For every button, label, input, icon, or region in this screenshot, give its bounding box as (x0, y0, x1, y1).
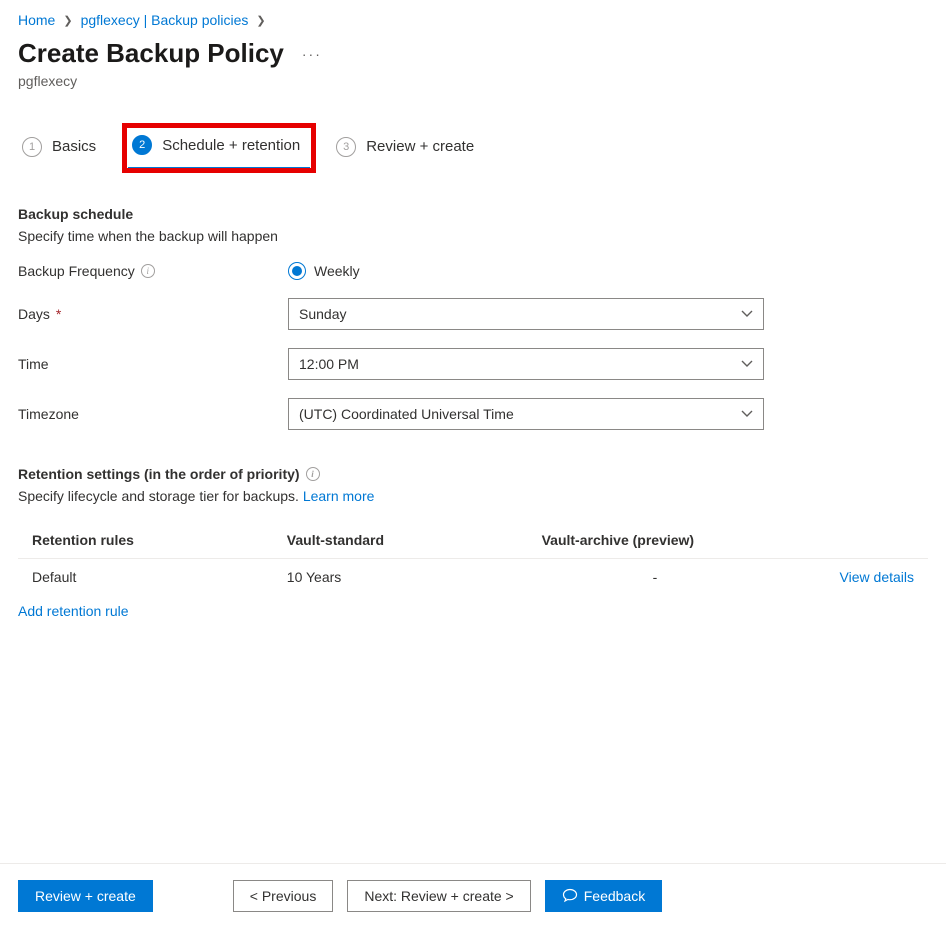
select-value: (UTC) Coordinated Universal Time (299, 406, 514, 422)
view-details-link[interactable]: View details (840, 569, 914, 585)
chevron-down-icon (741, 410, 753, 418)
wizard-stepper: 1 Basics 2 Schedule + retention 3 Review… (18, 129, 928, 170)
retention-settings-section: Retention settings (in the order of prio… (18, 466, 928, 619)
previous-button[interactable]: < Previous (233, 880, 334, 912)
section-heading: Retention settings (in the order of prio… (18, 466, 300, 482)
cell-rule-name: Default (18, 559, 273, 596)
retention-rules-table: Retention rules Vault-standard Vault-arc… (18, 522, 928, 595)
cell-vault-standard: 10 Years (273, 559, 528, 596)
col-vault-archive: Vault-archive (preview) (528, 522, 783, 559)
step-number-icon: 1 (22, 137, 42, 157)
step-number-icon: 3 (336, 137, 356, 157)
page-subtitle: pgflexecy (18, 73, 928, 89)
time-select[interactable]: 12:00 PM (288, 348, 764, 380)
required-asterisk: * (56, 306, 61, 322)
more-actions-button[interactable]: ··· (298, 44, 326, 64)
step-label: Basics (52, 138, 96, 155)
chevron-right-icon: ❯ (63, 14, 72, 27)
backup-frequency-weekly-radio[interactable]: Weekly (288, 262, 764, 280)
info-icon[interactable]: i (141, 264, 155, 278)
feedback-icon (562, 888, 578, 904)
info-icon[interactable]: i (306, 467, 320, 481)
cell-vault-archive: - (528, 559, 783, 596)
next-button[interactable]: Next: Review + create > (347, 880, 530, 912)
step-schedule-retention[interactable]: 2 Schedule + retention (128, 129, 310, 170)
timezone-select[interactable]: (UTC) Coordinated Universal Time (288, 398, 764, 430)
select-value: Sunday (299, 306, 346, 322)
chevron-down-icon (741, 360, 753, 368)
section-description: Specify time when the backup will happen (18, 228, 928, 244)
page-title: Create Backup Policy (18, 38, 284, 69)
breadcrumb-home[interactable]: Home (18, 12, 55, 28)
add-retention-rule-link[interactable]: Add retention rule (18, 603, 129, 619)
step-label: Review + create (366, 138, 474, 155)
section-description: Specify lifecycle and storage tier for b… (18, 488, 928, 504)
radio-label: Weekly (314, 263, 360, 279)
timezone-label: Timezone (18, 406, 79, 422)
step-review-create[interactable]: 3 Review + create (332, 131, 484, 169)
table-row: Default 10 Years - View details (18, 559, 928, 596)
days-select[interactable]: Sunday (288, 298, 764, 330)
description-text: Specify lifecycle and storage tier for b… (18, 488, 303, 504)
review-create-button[interactable]: Review + create (18, 880, 153, 912)
col-vault-standard: Vault-standard (273, 522, 528, 559)
step-number-icon: 2 (132, 135, 152, 155)
backup-schedule-section: Backup schedule Specify time when the ba… (18, 206, 928, 430)
wizard-footer: Review + create < Previous Next: Review … (0, 863, 946, 928)
radio-selected-icon (288, 262, 306, 280)
backup-frequency-label: Backup Frequency (18, 263, 135, 279)
chevron-down-icon (741, 310, 753, 318)
select-value: 12:00 PM (299, 356, 359, 372)
col-retention-rules: Retention rules (18, 522, 273, 559)
step-label: Schedule + retention (162, 137, 300, 154)
chevron-right-icon: ❯ (256, 14, 265, 27)
feedback-button[interactable]: Feedback (545, 880, 662, 912)
learn-more-link[interactable]: Learn more (303, 488, 375, 504)
feedback-label: Feedback (584, 888, 645, 904)
breadcrumb-parent[interactable]: pgflexecy | Backup policies (81, 12, 249, 28)
section-heading: Backup schedule (18, 206, 928, 222)
step-basics[interactable]: 1 Basics (18, 131, 106, 169)
days-label: Days (18, 306, 50, 322)
time-label: Time (18, 356, 49, 372)
breadcrumb: Home ❯ pgflexecy | Backup policies ❯ (18, 12, 928, 28)
